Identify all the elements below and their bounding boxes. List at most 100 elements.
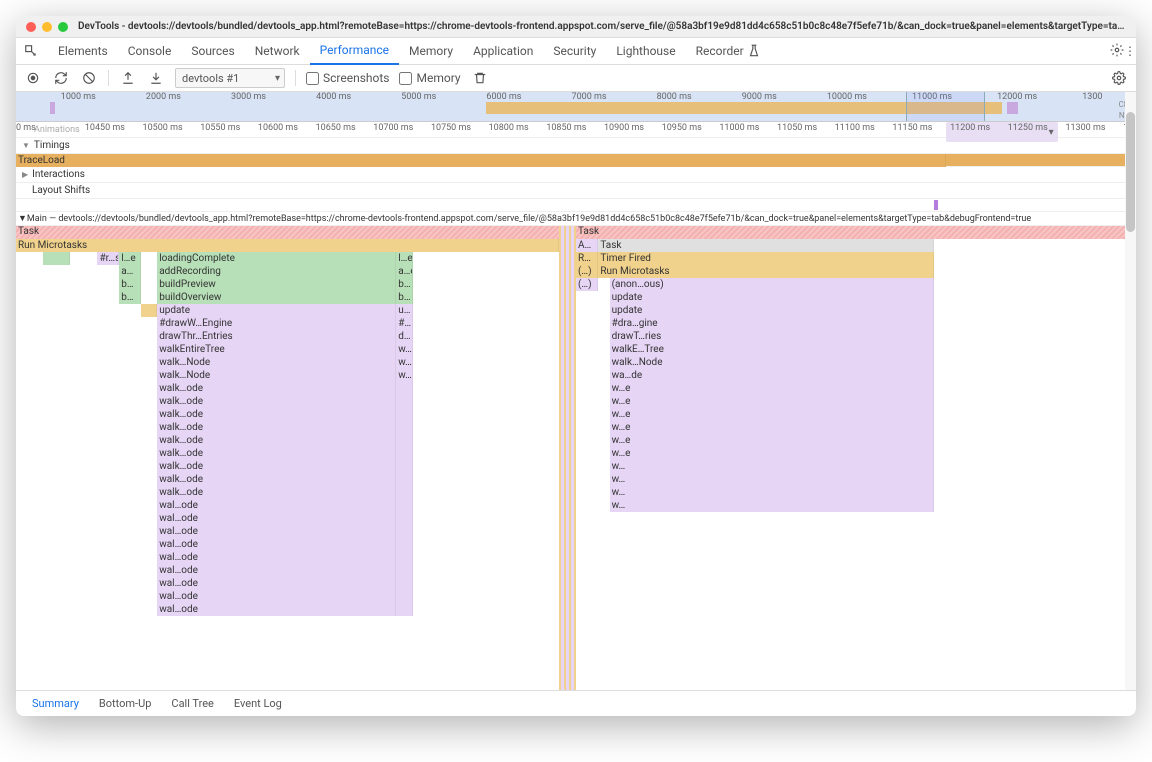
- flame-bar[interactable]: buildPreview: [157, 278, 396, 291]
- flame-bar[interactable]: l…e: [396, 252, 412, 265]
- btab-summary[interactable]: Summary: [24, 693, 87, 714]
- section-layoutshifts[interactable]: Layout Shifts: [16, 183, 1136, 199]
- flame-bar[interactable]: [396, 447, 412, 460]
- flame-bar[interactable]: #r…s: [97, 252, 119, 265]
- flame-bar[interactable]: walkEntireTree: [157, 343, 396, 356]
- flame-bar[interactable]: wal…ode: [157, 590, 396, 603]
- flame-bar[interactable]: update: [610, 291, 935, 304]
- btab-bottomup[interactable]: Bottom-Up: [91, 693, 160, 714]
- reload-icon[interactable]: [52, 69, 70, 87]
- flame-bar[interactable]: buildOverview: [157, 291, 396, 304]
- traceload-bar[interactable]: TraceLoad: [16, 154, 1136, 167]
- section-interactions[interactable]: ▶Interactions: [16, 167, 1136, 183]
- flame-bar[interactable]: walk…Node: [157, 356, 396, 369]
- flame-bar[interactable]: R…: [576, 252, 598, 265]
- flame-bar[interactable]: w…e: [610, 395, 935, 408]
- flame-bar[interactable]: Run Microtasks: [16, 239, 559, 252]
- tab-console[interactable]: Console: [118, 38, 182, 65]
- flame-bar[interactable]: [396, 525, 412, 538]
- flame-bar[interactable]: walk…Node: [157, 369, 396, 382]
- flame-bar[interactable]: wal…ode: [157, 577, 396, 590]
- flame-bar[interactable]: [396, 538, 412, 551]
- flame-chart[interactable]: TaskRun Microtasks#r…sl…eloadingComplete…: [16, 226, 1136, 690]
- clear-icon[interactable]: [80, 69, 98, 87]
- flame-bar[interactable]: wal…ode: [157, 603, 396, 616]
- flame-bar[interactable]: w…e: [610, 408, 935, 421]
- tab-memory[interactable]: Memory: [399, 38, 463, 65]
- flame-bar[interactable]: update: [610, 304, 935, 317]
- flame-bar[interactable]: walk…ode: [157, 421, 396, 434]
- flame-bar[interactable]: wal…ode: [157, 564, 396, 577]
- flame-bar[interactable]: b…: [396, 291, 412, 304]
- btab-calltree[interactable]: Call Tree: [163, 693, 221, 714]
- more-icon[interactable]: ⋮: [1124, 44, 1136, 58]
- flame-bar[interactable]: walk…Node: [610, 356, 935, 369]
- flame-bar[interactable]: b…: [119, 291, 141, 304]
- flame-bar[interactable]: #drawW…Engine: [157, 317, 396, 330]
- tab-recorder[interactable]: Recorder: [686, 38, 771, 65]
- flame-bar[interactable]: A…: [576, 239, 598, 252]
- flame-bar[interactable]: wal…ode: [157, 525, 396, 538]
- flame-bar[interactable]: wa…de: [610, 369, 935, 382]
- flame-bar[interactable]: [396, 408, 412, 421]
- flame-bar[interactable]: w…: [610, 499, 935, 512]
- flame-bar[interactable]: w…: [610, 486, 935, 499]
- flame-bar[interactable]: Timer Fired: [598, 252, 934, 265]
- flame-bar[interactable]: w…e: [610, 434, 935, 447]
- flame-bar[interactable]: a…: [119, 265, 141, 278]
- tab-elements[interactable]: Elements: [48, 38, 118, 65]
- flame-bar[interactable]: #dra…gine: [610, 317, 935, 330]
- flame-bar[interactable]: [396, 512, 412, 525]
- flame-bar[interactable]: [396, 590, 412, 603]
- flame-bar[interactable]: (…): [576, 278, 598, 291]
- overview-timeline[interactable]: 1000 ms2000 ms3000 ms4000 ms5000 ms6000 …: [16, 92, 1136, 122]
- tab-sources[interactable]: Sources: [181, 38, 244, 65]
- flame-bar[interactable]: Task: [598, 239, 934, 252]
- tab-security[interactable]: Security: [543, 38, 606, 65]
- flame-bar[interactable]: walk…ode: [157, 395, 396, 408]
- flame-bar[interactable]: w…e: [610, 421, 935, 434]
- flame-bar[interactable]: [396, 460, 412, 473]
- flame-bar[interactable]: (…): [576, 265, 598, 278]
- flame-bar[interactable]: (anon…ous): [610, 278, 935, 291]
- flame-bar[interactable]: walk…ode: [157, 408, 396, 421]
- flame-bar[interactable]: a…e: [396, 265, 412, 278]
- flame-bar[interactable]: b…: [119, 278, 141, 291]
- flame-bar[interactable]: w…: [396, 343, 412, 356]
- flame-bar[interactable]: loadingComplete: [157, 252, 396, 265]
- flame-bar[interactable]: walk…ode: [157, 447, 396, 460]
- flame-bar[interactable]: drawT…ries: [610, 330, 935, 343]
- flame-bar[interactable]: wal…ode: [157, 499, 396, 512]
- flame-bar[interactable]: w…: [610, 460, 935, 473]
- flame-bar[interactable]: l…e: [119, 252, 141, 265]
- flame-bar[interactable]: [396, 603, 412, 616]
- flame-bar[interactable]: [396, 499, 412, 512]
- flame-bar[interactable]: walk…ode: [157, 473, 396, 486]
- flame-bar[interactable]: walk…ode: [157, 382, 396, 395]
- flame-bar[interactable]: [396, 564, 412, 577]
- task-bar[interactable]: Task: [576, 226, 1136, 239]
- flame-bar[interactable]: walk…ode: [157, 434, 396, 447]
- flame-bar[interactable]: Run Microtasks: [598, 265, 934, 278]
- flame-bar[interactable]: w…: [396, 369, 412, 382]
- profile-select[interactable]: devtools #1: [175, 68, 285, 88]
- flame-bar[interactable]: wal…ode: [157, 538, 396, 551]
- flame-bar[interactable]: u…: [396, 304, 412, 317]
- flame-bar[interactable]: [396, 577, 412, 590]
- flame-bar[interactable]: b…: [396, 278, 412, 291]
- flame-bar[interactable]: walkE…Tree: [610, 343, 935, 356]
- scrollbar[interactable]: [1125, 92, 1136, 690]
- close-icon[interactable]: [26, 22, 36, 32]
- tab-application[interactable]: Application: [463, 38, 543, 65]
- flame-bar[interactable]: [396, 473, 412, 486]
- flame-bar[interactable]: w…: [396, 356, 412, 369]
- flame-bar[interactable]: d…: [396, 330, 412, 343]
- flame-bar[interactable]: wal…ode: [157, 512, 396, 525]
- download-icon[interactable]: [147, 69, 165, 87]
- record-icon[interactable]: [24, 69, 42, 87]
- flame-bar[interactable]: walk…ode: [157, 486, 396, 499]
- flame-bar[interactable]: walk…ode: [157, 460, 396, 473]
- trash-icon[interactable]: [471, 69, 489, 87]
- minimize-icon[interactable]: [42, 22, 52, 32]
- flame-bar[interactable]: w…e: [610, 447, 935, 460]
